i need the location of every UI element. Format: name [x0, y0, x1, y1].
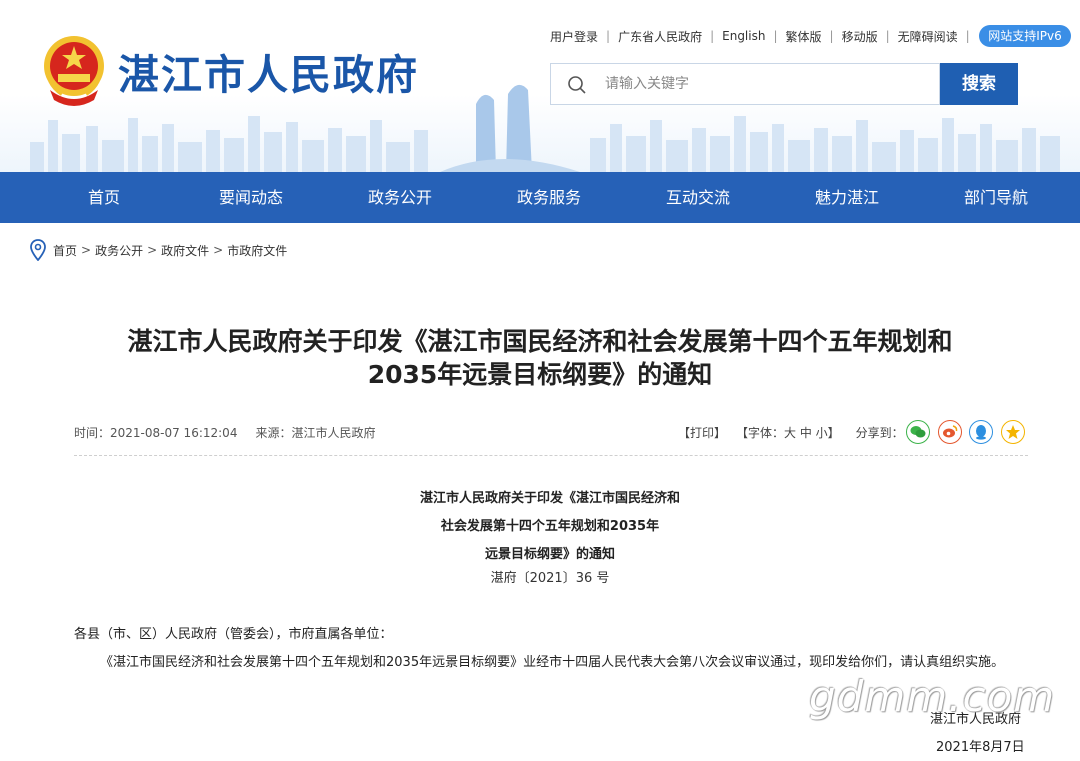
- signature-date: 2021年8月7日: [936, 740, 1025, 755]
- national-emblem-logo: [44, 36, 104, 106]
- site-header: 湛江市人民政府 用户登录 | 广东省人民政府 | English | 繁体版 |…: [0, 0, 1080, 172]
- top-link-traditional[interactable]: 繁体版: [786, 28, 822, 45]
- article-meta: 时间：2021-08-07 16:12:04 来源：湛江市人民政府: [74, 424, 375, 441]
- document-heading-line: 远景目标纲要》的通知: [484, 547, 615, 562]
- article-title-line: 湛江市人民政府关于印发《湛江市国民经济和社会发展第十四个五年规划和: [127, 327, 953, 356]
- document-number: 湛府〔2021〕36 号: [490, 571, 610, 586]
- watermark: gdmm.com: [809, 672, 1056, 721]
- nav-item-gov-service[interactable]: 政务服务: [474, 172, 624, 223]
- breadcrumb-city-docs[interactable]: 市政府文件: [227, 242, 287, 259]
- separator: |: [773, 29, 778, 43]
- breadcrumb: 首页 > 政务公开 > 政府文件 > 市政府文件: [30, 239, 287, 261]
- top-link-mobile[interactable]: 移动版: [842, 28, 878, 45]
- separator: |: [965, 29, 970, 43]
- nav-item-interaction[interactable]: 互动交流: [623, 172, 773, 223]
- separator: |: [606, 29, 611, 43]
- main-nav: 首页 要闻动态 政务公开 政务服务 互动交流 魅力湛江 部门导航: [0, 172, 1080, 223]
- site-title: 湛江市人民政府: [118, 51, 419, 99]
- top-link-english[interactable]: English: [722, 29, 765, 43]
- top-link-login[interactable]: 用户登录: [550, 28, 598, 45]
- divider: [74, 455, 1028, 456]
- top-link-accessibility[interactable]: 无障碍阅读: [898, 28, 958, 45]
- article-tools: 【打印】 【字体：大 中 小】 分享到：: [678, 424, 920, 441]
- search-input[interactable]: [605, 64, 931, 104]
- breadcrumb-gov-docs[interactable]: 政府文件: [161, 242, 209, 259]
- top-links-bar: 用户登录 | 广东省人民政府 | English | 繁体版 | 移动版 | 无…: [550, 26, 978, 46]
- breadcrumb-home[interactable]: 首页: [53, 242, 77, 259]
- search-button[interactable]: 搜索: [940, 63, 1018, 105]
- location-pin-icon: [30, 239, 46, 261]
- breadcrumb-separator: >: [147, 243, 158, 257]
- share-icons: [906, 420, 1032, 444]
- nav-item-news[interactable]: 要闻动态: [176, 172, 326, 223]
- weibo-icon[interactable]: [937, 420, 962, 444]
- ipv6-badge: 网站支持IPv6: [979, 25, 1071, 47]
- publish-time: 时间：2021-08-07 16:12:04: [74, 426, 238, 440]
- breadcrumb-separator: >: [213, 243, 224, 257]
- top-link-guangdong-gov[interactable]: 广东省人民政府: [618, 28, 702, 45]
- qq-icon[interactable]: [969, 420, 993, 444]
- article-title-line: 2035年远景目标纲要》的通知: [367, 360, 713, 389]
- breadcrumb-gov-open[interactable]: 政务公开: [95, 242, 143, 259]
- qzone-icon[interactable]: [1000, 420, 1025, 444]
- separator: |: [829, 29, 834, 43]
- separator: |: [710, 29, 715, 43]
- breadcrumb-separator: >: [81, 243, 92, 257]
- nav-item-home[interactable]: 首页: [29, 172, 179, 223]
- article-source: 来源：湛江市人民政府: [255, 426, 376, 440]
- document-heading-line: 湛江市人民政府关于印发《湛江市国民经济和: [419, 491, 680, 506]
- font-size-control[interactable]: 【字体：大 中 小】: [742, 426, 840, 440]
- nav-item-departments[interactable]: 部门导航: [921, 172, 1071, 223]
- search-icon: [568, 76, 586, 94]
- document-heading: 湛江市人民政府关于印发《湛江市国民经济和 社会发展第十四个五年规划和2035年 …: [300, 485, 800, 569]
- salutation: 各县（市、区）人民政府（管委会），市府直属各单位：: [74, 627, 393, 642]
- search-box: [550, 63, 940, 105]
- wechat-icon[interactable]: [906, 420, 930, 444]
- nav-item-charm[interactable]: 魅力湛江: [772, 172, 922, 223]
- separator: |: [885, 29, 890, 43]
- print-button[interactable]: 【打印】: [678, 426, 726, 440]
- share-label: 分享到：: [855, 426, 904, 440]
- article-title: 湛江市人民政府关于印发《湛江市国民经济和社会发展第十四个五年规划和 2035年远…: [60, 325, 1020, 391]
- document-heading-line: 社会发展第十四个五年规划和2035年: [440, 519, 660, 534]
- nav-item-gov-open[interactable]: 政务公开: [325, 172, 475, 223]
